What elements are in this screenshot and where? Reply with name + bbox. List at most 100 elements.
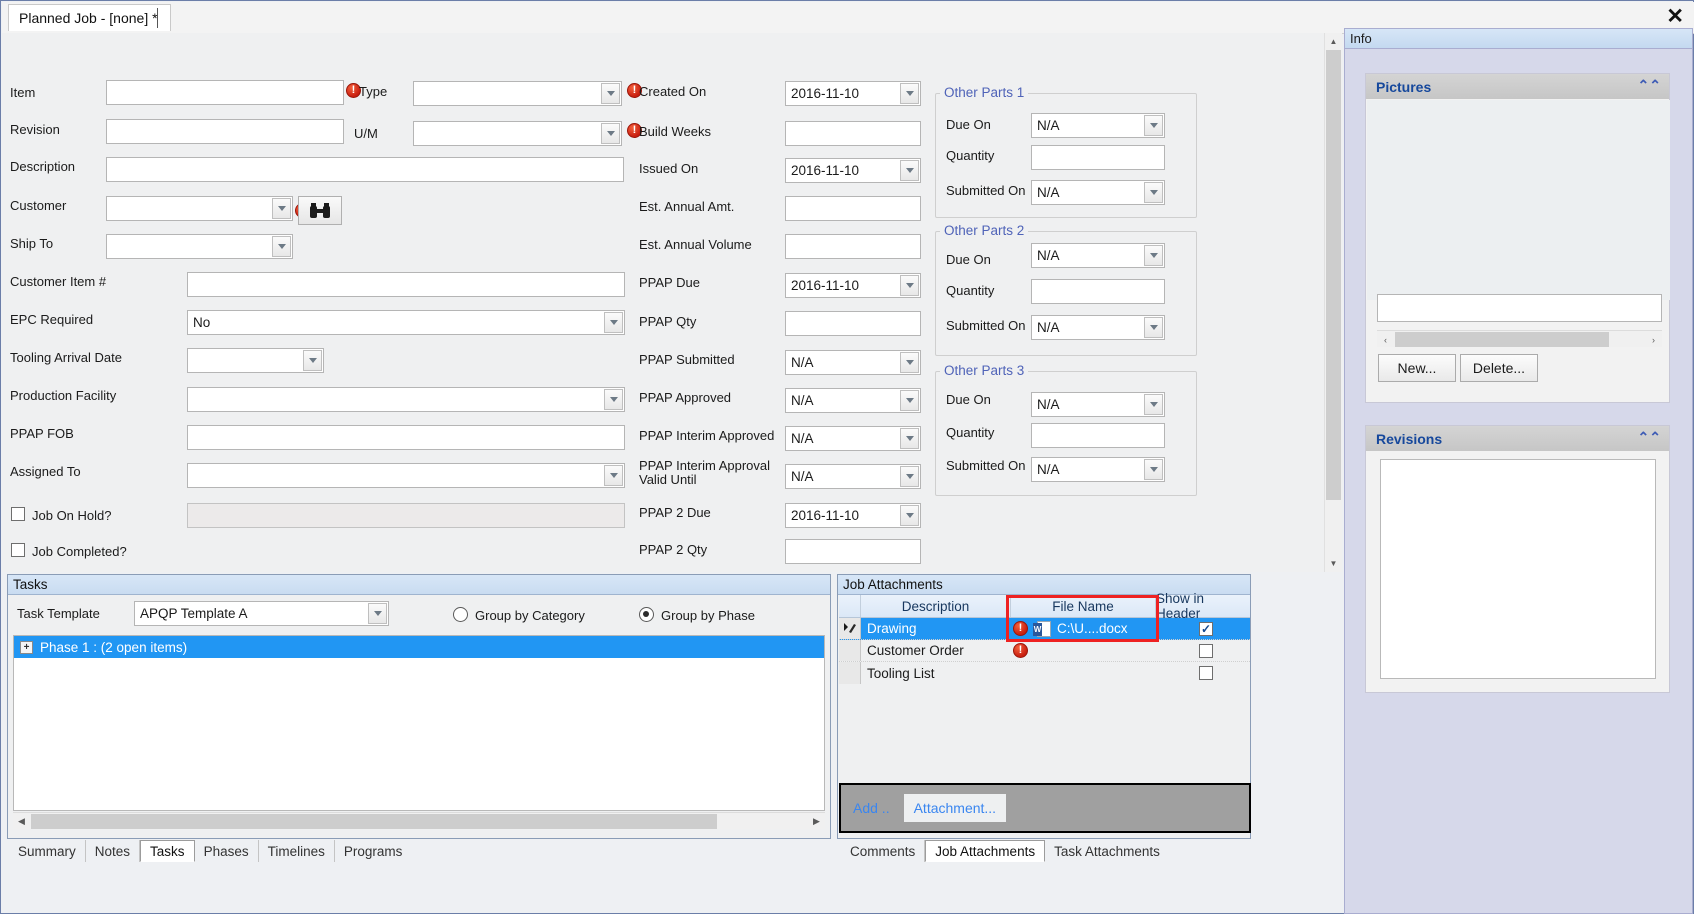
- um-combo[interactable]: [413, 121, 622, 146]
- customer-combo[interactable]: [106, 196, 293, 221]
- other-parts-2-quantity-input[interactable]: [1031, 279, 1165, 304]
- chevron-down-icon[interactable]: [1144, 394, 1163, 415]
- scroll-right-icon[interactable]: ›: [1645, 331, 1662, 348]
- chevron-down-icon[interactable]: [601, 123, 620, 144]
- add-button[interactable]: Add ..: [853, 800, 890, 816]
- scrollbar-thumb[interactable]: [31, 814, 717, 829]
- scroll-down-icon[interactable]: ▼: [1325, 555, 1342, 572]
- cell-show-in-header[interactable]: [1156, 662, 1250, 684]
- revisions-list[interactable]: [1380, 459, 1656, 679]
- scrollbar-thumb[interactable]: [1395, 332, 1609, 347]
- cell-file-name[interactable]: !: [1011, 640, 1156, 661]
- attachments-tabstrip[interactable]: Comments Job Attachments Task Attachment…: [841, 840, 1169, 862]
- scroll-right-icon[interactable]: ▶: [808, 813, 825, 830]
- issued-on-combo[interactable]: 2016-11-10: [785, 158, 921, 183]
- tab-job-attachments[interactable]: Job Attachments: [925, 840, 1046, 862]
- pictures-horizontal-scrollbar[interactable]: ‹ ›: [1377, 330, 1662, 347]
- chevron-down-icon[interactable]: [303, 350, 322, 371]
- chevron-up-double-icon[interactable]: ⌃⌃: [1638, 78, 1661, 92]
- other-parts-2-submitted-on-combo[interactable]: N/A: [1031, 315, 1165, 340]
- column-header-file-name[interactable]: File Name: [1011, 595, 1156, 617]
- table-row[interactable]: Customer Order !: [839, 640, 1250, 662]
- attachment-button[interactable]: Attachment...: [903, 794, 1007, 822]
- other-parts-1-quantity-input[interactable]: [1031, 145, 1165, 170]
- close-icon[interactable]: ✕: [1666, 6, 1684, 27]
- tasks-horizontal-scrollbar[interactable]: ◀ ▶: [13, 812, 825, 829]
- picture-caption-input[interactable]: [1377, 294, 1662, 322]
- scrollbar-thumb[interactable]: [1326, 50, 1341, 500]
- est-annual-amt-input[interactable]: [785, 196, 921, 221]
- tab-task-attachments[interactable]: Task Attachments: [1045, 840, 1169, 862]
- tasks-list[interactable]: + Phase 1 : (2 open items): [13, 635, 825, 811]
- created-on-combo[interactable]: 2016-11-10: [785, 81, 921, 106]
- chevron-down-icon[interactable]: [272, 198, 291, 219]
- chevron-down-icon[interactable]: [604, 465, 623, 486]
- chevron-down-icon[interactable]: [1144, 459, 1163, 480]
- task-template-combo[interactable]: APQP Template A: [134, 601, 389, 626]
- build-weeks-input[interactable]: [785, 121, 921, 146]
- description-input[interactable]: [106, 157, 624, 182]
- picture-new-button[interactable]: New...: [1378, 354, 1456, 382]
- document-tab-planned-job[interactable]: Planned Job - [none] *: [8, 4, 171, 31]
- cell-file-name[interactable]: ! C:\U....docx: [1011, 618, 1156, 639]
- other-parts-3-due-on-combo[interactable]: N/A: [1031, 392, 1165, 417]
- chevron-down-icon[interactable]: [272, 236, 291, 257]
- column-header-description[interactable]: Description: [861, 595, 1011, 617]
- est-annual-volume-input[interactable]: [785, 234, 921, 259]
- show-in-header-checkbox[interactable]: [1199, 643, 1213, 658]
- chevron-down-icon[interactable]: [900, 505, 919, 526]
- ppap-interim-approved-combo[interactable]: N/A: [785, 426, 921, 451]
- chevron-down-icon[interactable]: [900, 160, 919, 181]
- ppap-due-combo[interactable]: 2016-11-10: [785, 273, 921, 298]
- tooling-arrival-date-combo[interactable]: [187, 348, 324, 373]
- ppap-approved-combo[interactable]: N/A: [785, 388, 921, 413]
- ppap-interim-valid-until-combo[interactable]: N/A: [785, 464, 921, 489]
- ppap-2-qty-input[interactable]: [785, 539, 921, 564]
- group-by-phase-radio[interactable]: [639, 607, 654, 622]
- chevron-down-icon[interactable]: [900, 390, 919, 411]
- tab-notes[interactable]: Notes: [86, 840, 141, 862]
- tasks-tabstrip[interactable]: Summary Notes Tasks Phases Timelines Pro…: [9, 840, 411, 862]
- job-on-hold-checkbox[interactable]: [11, 507, 25, 521]
- type-combo[interactable]: [413, 81, 622, 106]
- other-parts-3-quantity-input[interactable]: [1031, 423, 1165, 448]
- chevron-down-icon[interactable]: [1144, 317, 1163, 338]
- row-selector[interactable]: [839, 662, 861, 684]
- chevron-down-icon[interactable]: [1144, 245, 1163, 266]
- revision-input[interactable]: [106, 119, 344, 144]
- job-completed-checkbox[interactable]: [11, 543, 25, 557]
- scroll-left-icon[interactable]: ‹: [1377, 331, 1394, 348]
- form-vertical-scrollbar[interactable]: ▲ ▼: [1324, 33, 1342, 572]
- show-in-header-checkbox[interactable]: [1199, 666, 1213, 680]
- row-selector[interactable]: [839, 640, 861, 661]
- ppap-2-due-combo[interactable]: 2016-11-10: [785, 503, 921, 528]
- customer-lookup-button[interactable]: [298, 196, 342, 225]
- ship-to-combo[interactable]: [106, 234, 293, 259]
- cell-file-name[interactable]: [1011, 662, 1156, 684]
- picture-preview-area[interactable]: [1367, 100, 1670, 300]
- item-input[interactable]: [106, 80, 344, 105]
- chevron-down-icon[interactable]: [1144, 182, 1163, 203]
- production-facility-combo[interactable]: [187, 387, 625, 412]
- assigned-to-combo[interactable]: [187, 463, 625, 488]
- chevron-down-icon[interactable]: [900, 352, 919, 373]
- show-in-header-checkbox[interactable]: ✓: [1199, 621, 1213, 636]
- tab-comments[interactable]: Comments: [841, 840, 926, 862]
- chevron-down-icon[interactable]: [900, 83, 919, 104]
- expand-plus-icon[interactable]: +: [20, 640, 33, 654]
- other-parts-3-submitted-on-combo[interactable]: N/A: [1031, 457, 1165, 482]
- group-by-category-radio[interactable]: [453, 607, 468, 622]
- tab-summary[interactable]: Summary: [9, 840, 86, 862]
- cell-show-in-header[interactable]: [1156, 640, 1250, 661]
- tasks-group-row[interactable]: + Phase 1 : (2 open items): [14, 636, 824, 658]
- tab-timelines[interactable]: Timelines: [259, 840, 335, 862]
- cell-description[interactable]: Customer Order: [861, 640, 1011, 661]
- other-parts-1-submitted-on-combo[interactable]: N/A: [1031, 180, 1165, 205]
- chevron-down-icon[interactable]: [601, 83, 620, 104]
- table-row[interactable]: Drawing ! C:\U....docx ✓: [839, 618, 1250, 640]
- chevron-down-icon[interactable]: [1144, 115, 1163, 136]
- chevron-down-icon[interactable]: [900, 466, 919, 487]
- chevron-down-icon[interactable]: [368, 603, 387, 624]
- tab-tasks[interactable]: Tasks: [140, 840, 195, 862]
- ppap-submitted-combo[interactable]: N/A: [785, 350, 921, 375]
